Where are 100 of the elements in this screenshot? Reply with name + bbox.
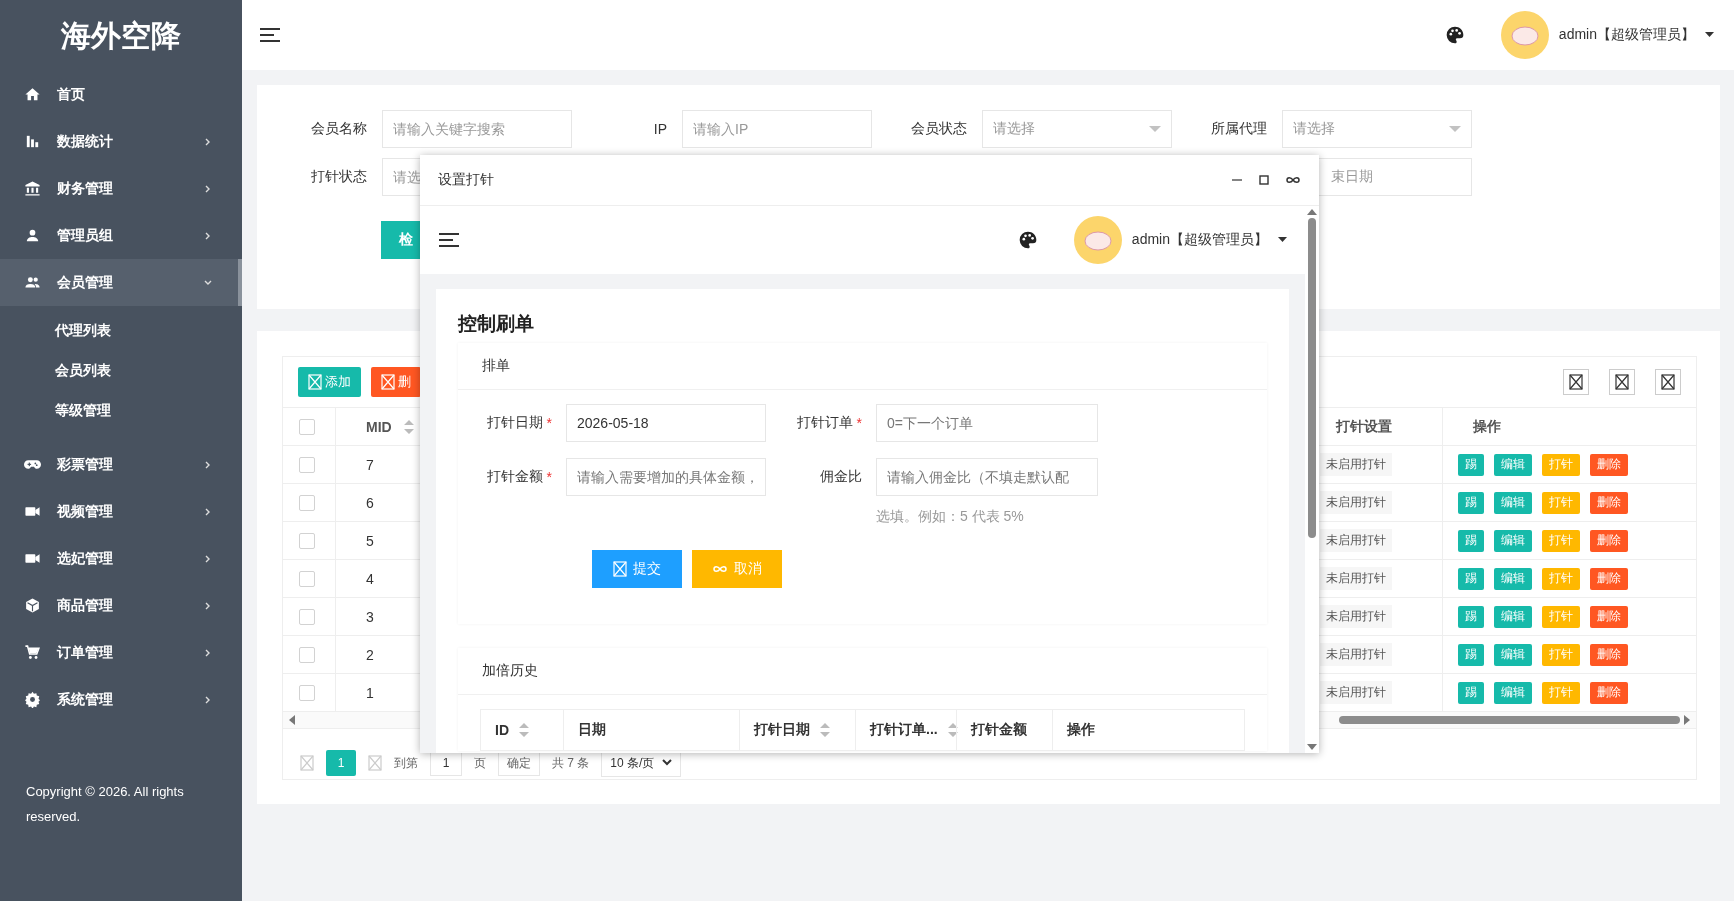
checkbox[interactable] xyxy=(299,684,315,701)
field-label: IP xyxy=(652,121,668,137)
sort-icon xyxy=(403,419,414,434)
user-name[interactable]: admin【超级管理员】 xyxy=(1558,26,1695,44)
chevron-down-icon xyxy=(204,278,212,287)
scroll-left-icon xyxy=(289,715,295,725)
action-button[interactable]: 打针 xyxy=(1542,605,1580,628)
checkbox[interactable] xyxy=(299,418,315,435)
action-button[interactable]: 打针 xyxy=(1542,529,1580,552)
action-button[interactable]: 编辑 xyxy=(1494,681,1532,704)
action-button[interactable]: 编辑 xyxy=(1494,529,1532,552)
chevron-right-icon xyxy=(204,695,212,704)
broken-image-icon xyxy=(308,374,322,390)
action-button[interactable]: 打针 xyxy=(1542,681,1580,704)
sidebar-subitem[interactable]: 会员列表 xyxy=(0,351,242,391)
scroll-down-icon xyxy=(1307,744,1317,750)
toolbar-icon-button[interactable] xyxy=(1563,369,1589,395)
toolbar-button[interactable]: 添加 xyxy=(298,367,361,397)
sidebar-item[interactable]: 首页 xyxy=(0,71,242,118)
caret-icon xyxy=(1705,32,1714,38)
action-button[interactable]: 编辑 xyxy=(1494,643,1532,666)
action-button[interactable]: 删除 xyxy=(1590,605,1628,628)
sidebar-subitem[interactable]: 等级管理 xyxy=(0,391,242,431)
infinity-icon xyxy=(712,564,728,574)
action-button[interactable]: 打针 xyxy=(1542,491,1580,514)
action-button[interactable]: 删除 xyxy=(1590,643,1628,666)
sidebar-item[interactable]: 视频管理 xyxy=(0,488,242,535)
sidebar-item[interactable]: 财务管理 xyxy=(0,165,242,212)
required-mark: * xyxy=(856,415,862,431)
checkbox[interactable] xyxy=(299,570,315,587)
sidebar-item[interactable]: 管理员组 xyxy=(0,212,242,259)
broken-image-icon xyxy=(1569,374,1583,390)
checkbox[interactable] xyxy=(299,608,315,625)
bank-icon xyxy=(24,180,41,197)
action-button[interactable]: 打针 xyxy=(1542,643,1580,666)
action-button[interactable]: 删除 xyxy=(1590,681,1628,704)
action-button[interactable]: 编辑 xyxy=(1494,453,1532,476)
copyright-text: Copyright © 2026. All rights reserved. xyxy=(25,783,185,826)
sidebar-item[interactable]: 彩票管理 xyxy=(0,441,242,488)
sidebar-item[interactable]: 订单管理 xyxy=(0,629,242,676)
page-unit: 页 xyxy=(474,754,486,772)
cancel-button[interactable]: 取消 xyxy=(692,550,782,588)
input-field[interactable]: 请输入需要增加的具体金额， xyxy=(566,458,766,496)
sidebar-subitem[interactable]: 代理列表 xyxy=(0,311,242,351)
checkbox[interactable] xyxy=(299,532,315,549)
form-label: 打针日期 xyxy=(486,414,543,432)
checkbox[interactable] xyxy=(299,456,315,473)
select-field[interactable]: 请选择 xyxy=(982,110,1172,148)
toolbar-icon-button[interactable] xyxy=(1655,369,1681,395)
cart-icon xyxy=(24,644,41,661)
checkbox[interactable] xyxy=(299,646,315,663)
select-field[interactable]: 请选择 xyxy=(1282,110,1472,148)
field-label: 所属代理 xyxy=(1210,120,1268,138)
checkbox[interactable] xyxy=(299,494,315,511)
status-tag: 未启用打针 xyxy=(1320,453,1392,476)
action-button[interactable]: 编辑 xyxy=(1494,491,1532,514)
chevron-right-icon xyxy=(204,507,212,516)
sidebar-item[interactable]: 商品管理 xyxy=(0,582,242,629)
input-field[interactable]: 请输入IP xyxy=(682,110,872,148)
broken-image-icon xyxy=(381,374,395,390)
input-field[interactable]: 请输入佣金比（不填走默认配 xyxy=(876,458,1098,496)
action-button[interactable]: 踢 xyxy=(1458,529,1484,552)
input-field[interactable]: 2026-05-18 xyxy=(566,404,766,442)
toolbar-button[interactable]: 删 xyxy=(371,367,421,397)
sidebar-item[interactable]: 选妃管理 xyxy=(0,535,242,582)
action-button[interactable]: 踢 xyxy=(1458,453,1484,476)
page-button[interactable]: 1 xyxy=(326,750,356,776)
action-button[interactable]: 删除 xyxy=(1590,567,1628,590)
action-button[interactable]: 打针 xyxy=(1542,567,1580,590)
action-button[interactable]: 打针 xyxy=(1542,453,1580,476)
action-button[interactable]: 踢 xyxy=(1458,605,1484,628)
toolbar-icon-button[interactable] xyxy=(1609,369,1635,395)
field-label: 会员状态 xyxy=(910,120,968,138)
chevron-right-icon xyxy=(204,460,212,469)
vertical-scrollbar[interactable] xyxy=(1305,206,1319,753)
submit-button[interactable]: 提交 xyxy=(592,550,682,588)
chevron-right-icon xyxy=(204,137,212,146)
action-button[interactable]: 编辑 xyxy=(1494,567,1532,590)
chevron-right-icon xyxy=(204,554,212,563)
input-field[interactable]: 0=下一个订单 xyxy=(876,404,1098,442)
input-field[interactable]: 请输入关键字搜索 xyxy=(382,110,572,148)
action-button[interactable]: 删除 xyxy=(1590,529,1628,552)
action-button[interactable]: 踢 xyxy=(1458,491,1484,514)
action-button[interactable]: 踢 xyxy=(1458,567,1484,590)
status-tag: 未启用打针 xyxy=(1320,567,1392,590)
palette-icon xyxy=(1017,230,1038,250)
sort-icon xyxy=(519,723,529,737)
action-button[interactable]: 删除 xyxy=(1590,453,1628,476)
required-mark: * xyxy=(546,415,552,431)
caret-icon xyxy=(1278,237,1287,243)
action-button[interactable]: 踢 xyxy=(1458,681,1484,704)
user-name[interactable]: admin【超级管理员】 xyxy=(1131,231,1268,249)
sidebar-item[interactable]: 数据统计 xyxy=(0,118,242,165)
sidebar-item[interactable]: 会员管理 xyxy=(0,259,242,306)
action-button[interactable]: 编辑 xyxy=(1494,605,1532,628)
column-header: MID xyxy=(366,418,392,435)
sidebar-item[interactable]: 系统管理 xyxy=(0,676,242,723)
form-label: 打针订单 xyxy=(796,414,853,432)
action-button[interactable]: 踢 xyxy=(1458,643,1484,666)
action-button[interactable]: 删除 xyxy=(1590,491,1628,514)
